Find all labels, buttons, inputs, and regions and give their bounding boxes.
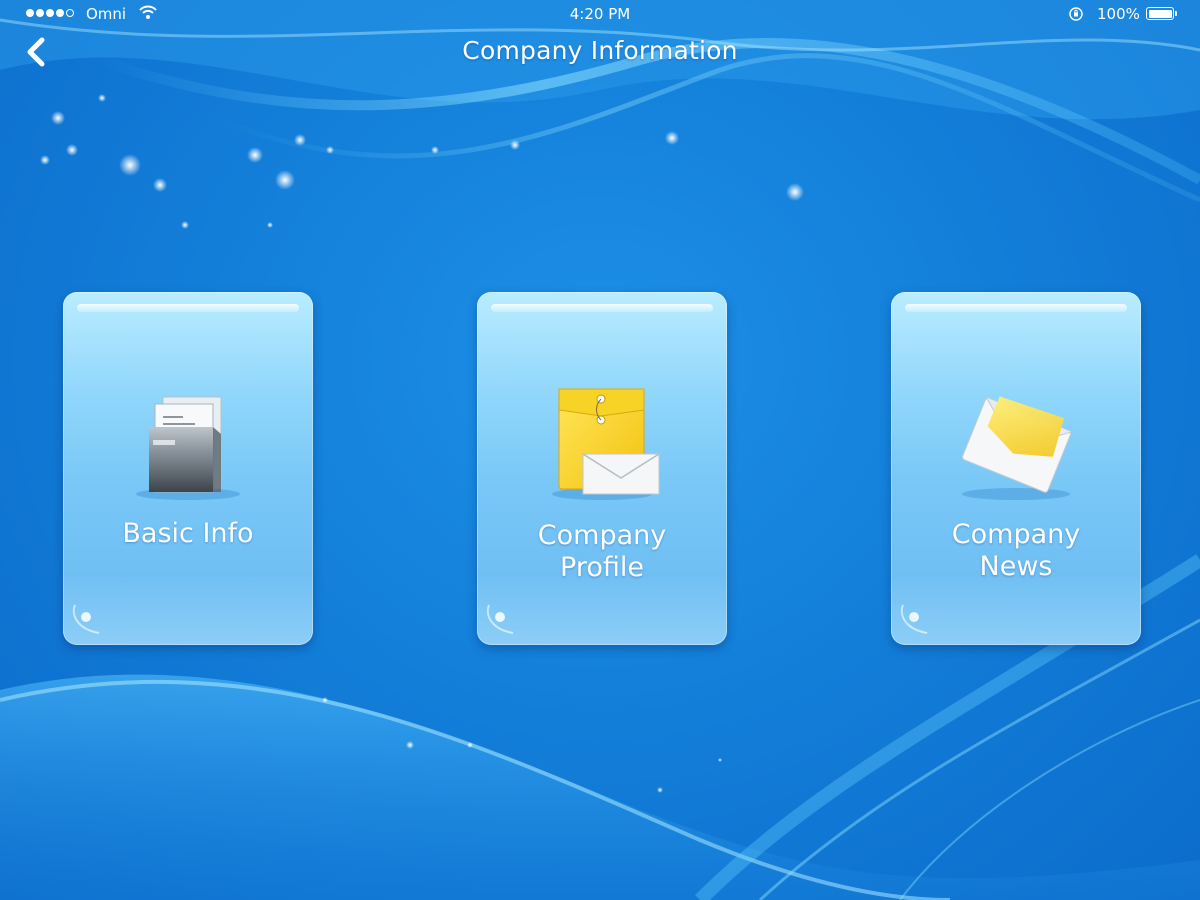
card-label: Basic Info	[122, 518, 254, 549]
corner-decoration	[72, 604, 100, 634]
card-gloss	[905, 304, 1127, 312]
battery-icon	[1146, 7, 1177, 20]
status-bar: Omni 4:20 PM 100%	[0, 0, 1200, 28]
status-time: 4:20 PM	[569, 5, 631, 23]
card-gloss	[491, 304, 713, 312]
card-label-line1: Company	[951, 519, 1081, 550]
open-envelope-icon	[961, 396, 1072, 500]
rotation-lock-icon	[1069, 7, 1083, 21]
card-gloss	[77, 304, 299, 312]
screen: Omni 4:20 PM 100% Company Information Ba…	[0, 0, 1200, 900]
card-label-line2: News	[979, 551, 1053, 582]
envelope-folder-icon	[552, 388, 660, 500]
corner-decoration	[486, 604, 514, 634]
card-label-line1: Company	[537, 520, 667, 551]
corner-decoration	[900, 604, 928, 634]
card-label-line2: Profile	[560, 552, 644, 583]
battery-percentage: 100%	[1097, 5, 1140, 23]
company-news-card[interactable]: Company News	[891, 292, 1141, 645]
company-profile-card[interactable]: Company Profile	[477, 292, 727, 645]
page-title: Company Information	[462, 36, 738, 65]
document-stack-icon	[136, 396, 240, 500]
basic-info-card[interactable]: Basic Info	[63, 292, 313, 645]
